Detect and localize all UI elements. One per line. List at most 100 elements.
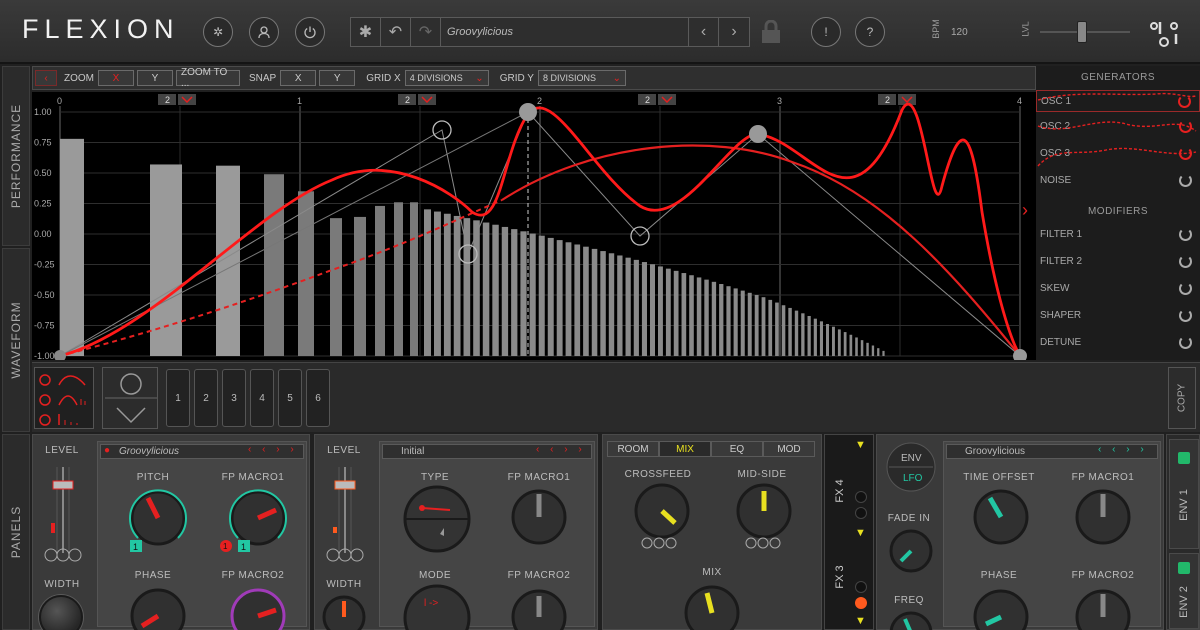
power-icon[interactable] — [1179, 336, 1192, 349]
mode-harmonic-button[interactable] — [39, 394, 86, 406]
modifier-shaper[interactable]: SHAPER — [1036, 305, 1200, 327]
tab-mix[interactable]: MIX — [659, 441, 711, 457]
waveform-canvas[interactable]: 1.00 0.75 0.50 0.25 0.00 -0.25 -0.50 -0.75 -1.00… — [32, 92, 1036, 363]
undo-button[interactable]: ↶ — [381, 18, 411, 46]
power-icon[interactable] — [1179, 282, 1192, 295]
fx4-dot[interactable] — [855, 507, 867, 519]
tab-env-1[interactable]: ENV 1 — [1169, 439, 1199, 549]
lock-button[interactable] — [760, 19, 782, 49]
macro2-knob[interactable] — [504, 582, 574, 630]
layer-slot-4[interactable]: 4 — [250, 369, 274, 427]
layer-slot-3[interactable]: 3 — [222, 369, 246, 427]
copy-button[interactable]: COPY — [1168, 367, 1196, 429]
pitch-knob[interactable]: 1 — [118, 482, 198, 562]
modifier-filter-2[interactable]: FILTER 2 — [1036, 251, 1200, 273]
lock-icon — [762, 19, 780, 43]
layer-slot-6[interactable]: 6 — [306, 369, 330, 427]
width-knob[interactable] — [39, 595, 83, 630]
division-badge[interactable]: 2 — [398, 94, 436, 105]
power-icon[interactable] — [1179, 309, 1192, 322]
layer-shape-selector[interactable] — [102, 367, 158, 429]
power-icon[interactable] — [1179, 255, 1192, 268]
waveform-graph[interactable]: 1.00 0.75 0.50 0.25 0.00 -0.25 -0.50 -0.75 -1.00… — [32, 92, 1036, 363]
node-point[interactable] — [749, 125, 767, 143]
mode-selector[interactable]: l -> — [402, 584, 472, 630]
fx3-slot[interactable]: FX 3 — [827, 547, 853, 607]
level-fader[interactable] — [43, 463, 83, 563]
phase-knob[interactable] — [966, 582, 1036, 630]
layer-slot-2[interactable]: 2 — [194, 369, 218, 427]
width-knob[interactable] — [321, 593, 367, 630]
expand-panel-button[interactable]: › — [1022, 200, 1028, 221]
grid-x-select[interactable]: 4 DIVISIONS ⌄ — [404, 70, 489, 86]
favorite-star-button[interactable]: ✱ — [351, 18, 381, 46]
fx3-dot[interactable] — [855, 581, 867, 593]
layer-slot-5[interactable]: 5 — [278, 369, 302, 427]
fade-in-knob[interactable] — [885, 525, 935, 575]
help-button[interactable]: ? — [855, 17, 885, 47]
harmonic-bar — [394, 202, 403, 356]
macro1-knob[interactable] — [504, 482, 574, 552]
macro2-knob[interactable] — [1068, 582, 1138, 630]
modifier-label: DETUNE — [1040, 337, 1082, 348]
tab-room[interactable]: ROOM — [607, 441, 659, 457]
division-badge[interactable]: 2 — [638, 94, 676, 105]
zoom-x-button[interactable]: X — [98, 70, 134, 86]
type-selector[interactable] — [402, 484, 472, 554]
level-slider-handle[interactable] — [1077, 21, 1087, 43]
tab-waveform[interactable]: WAVEFORM — [2, 248, 30, 432]
modifier-skew[interactable]: SKEW — [1036, 278, 1200, 300]
mode-sine-button[interactable] — [39, 374, 86, 386]
fx3-arrow-icon[interactable]: ▼ — [855, 527, 866, 539]
macro2-knob[interactable] — [218, 582, 298, 630]
mode-spectrum-button[interactable] — [39, 414, 78, 426]
preset-name[interactable]: Groovylicious — [441, 18, 689, 46]
grid-y-select[interactable]: 8 DIVISIONS ⌄ — [537, 70, 626, 86]
division-badge[interactable]: 2 — [158, 94, 196, 105]
zoom-to-button[interactable]: ZOOM TO ... — [176, 67, 240, 89]
fx4-slot[interactable]: FX 4 — [827, 461, 853, 521]
fx4-arrow-icon[interactable]: ▼ — [855, 439, 866, 451]
macro1-knob[interactable]: 11 — [218, 482, 298, 562]
fx3-dot-active[interactable] — [855, 597, 867, 609]
info-button[interactable]: ! — [811, 17, 841, 47]
crossfeed-knob[interactable] — [627, 481, 697, 551]
preset-next-button[interactable]: › — [719, 18, 749, 46]
time-offset-knob[interactable] — [966, 482, 1036, 552]
modifier-filter-1[interactable]: FILTER 1 — [1036, 224, 1200, 246]
power-button[interactable] — [295, 17, 325, 47]
fx2-arrow-icon[interactable]: ▼ — [855, 615, 866, 627]
snap-y-button[interactable]: Y — [319, 70, 356, 86]
settings-gear-button[interactable]: ✲ — [203, 17, 233, 47]
flexion-app: FLEXION ✲ ✱ ↶ ↷ Groovylicious ‹ › ! ? BP… — [0, 0, 1200, 630]
generator-noise[interactable]: NOISE — [1036, 170, 1200, 192]
fx4-dot[interactable] — [855, 491, 867, 503]
env-lfo-toggle[interactable]: ENV LFO — [885, 441, 945, 493]
redo-button[interactable]: ↷ — [411, 18, 441, 46]
tab-eq[interactable]: EQ — [711, 441, 763, 457]
preset-prev-button[interactable]: ‹ — [689, 18, 719, 46]
power-icon[interactable] — [1179, 174, 1192, 187]
tab-performance[interactable]: PERFORMANCE — [2, 66, 30, 246]
preset-nav-arrows[interactable]: ‹ ‹ › › — [248, 444, 298, 455]
power-icon[interactable] — [1179, 228, 1192, 241]
node-point[interactable] — [519, 103, 537, 121]
user-button[interactable] — [249, 17, 279, 47]
bpm-value[interactable]: 120 — [951, 27, 968, 38]
mid-side-knob[interactable] — [729, 481, 799, 551]
tab-mod[interactable]: MOD — [763, 441, 815, 457]
mix-knob[interactable] — [677, 581, 747, 630]
macro1-knob[interactable] — [1068, 482, 1138, 552]
level-fader[interactable] — [325, 463, 365, 563]
layer-slot-1[interactable]: 1 — [166, 369, 190, 427]
preset-nav-arrows[interactable]: ‹ ‹ › › — [536, 444, 586, 455]
back-button[interactable]: ‹ — [35, 70, 57, 86]
preset-nav-arrows[interactable]: ‹ ‹ › › — [1098, 444, 1148, 455]
tab-panels[interactable]: PANELS — [2, 434, 30, 630]
phase-knob[interactable] — [118, 582, 198, 630]
freq-knob[interactable] — [885, 607, 935, 630]
snap-x-button[interactable]: X — [280, 70, 317, 86]
tab-env-2[interactable]: ENV 2 — [1169, 553, 1199, 629]
zoom-y-button[interactable]: Y — [137, 70, 173, 86]
modifier-detune[interactable]: DETUNE — [1036, 332, 1200, 354]
